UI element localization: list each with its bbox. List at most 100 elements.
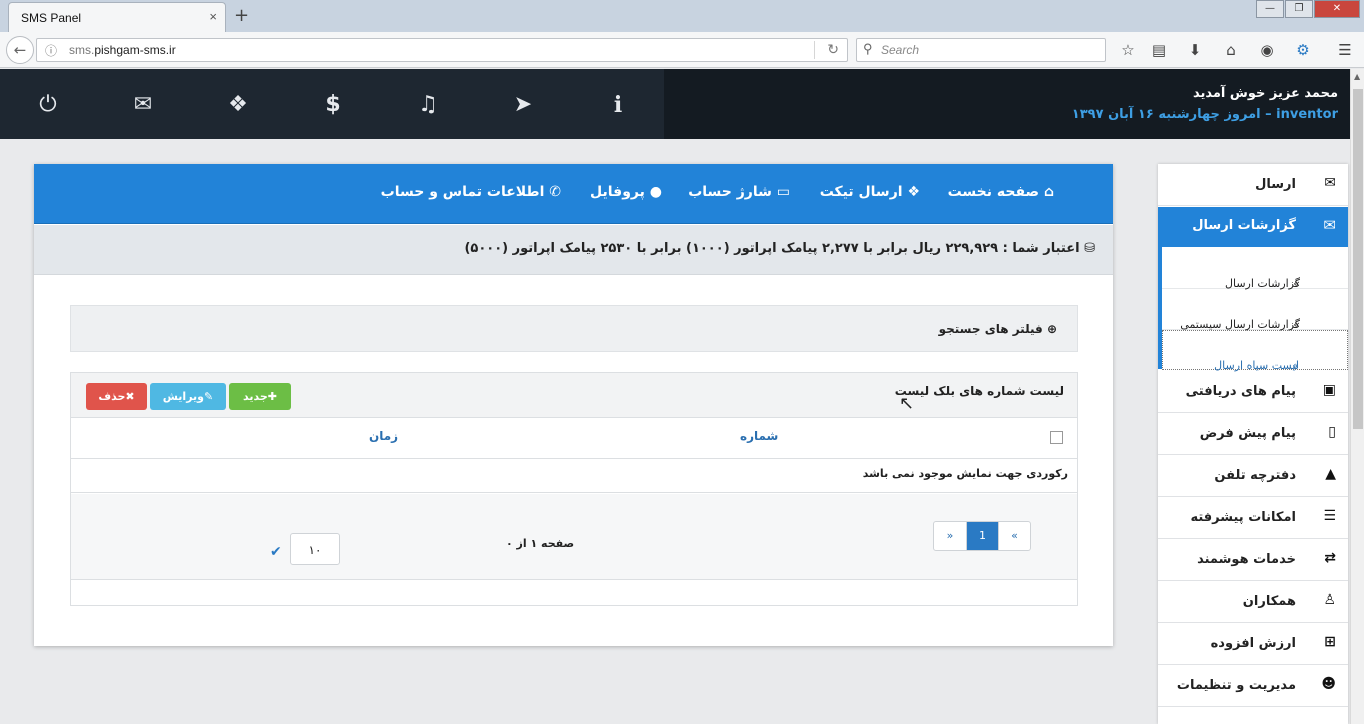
table-header (71, 419, 1077, 459)
empty-message: رکوردی جهت نمایش موجود نمی باشد (862, 467, 1068, 480)
power-icon[interactable]: ⏻ (33, 91, 63, 119)
maximize-button[interactable]: ❐ (1285, 0, 1313, 18)
scrollbar-thumb[interactable] (1353, 89, 1363, 429)
nav-ticket-label: ارسال تیکت (819, 184, 903, 200)
nav-ticket[interactable]: ❖ ارسال تیکت (820, 184, 920, 200)
ticket-icon[interactable]: ❖ (223, 91, 253, 119)
edit-button[interactable]: ✎ویرایش (150, 383, 226, 410)
back-arrow-icon[interactable]: ← (6, 36, 34, 64)
menu-icon[interactable]: ☰ (1335, 40, 1355, 60)
book-icon: ▲ (1325, 466, 1336, 482)
site-header: ⏻ ✉ ❖ $ ♫ ➤ i (0, 69, 1350, 139)
pagination: » 1 « (933, 521, 1031, 551)
reading-list-icon[interactable]: ▤ (1149, 40, 1169, 60)
search-filter-panel[interactable]: ⊕ فیلتر های جستجو (70, 305, 1078, 352)
envelope-outline-icon: ✉ (1323, 216, 1336, 234)
column-time[interactable]: زمان (369, 429, 398, 443)
url-bar[interactable]: ⓘ sms.pishgam-sms.ir ↻ (36, 38, 848, 62)
sidebar-item-send[interactable]: ✉ ارسال (1158, 164, 1348, 206)
home-icon[interactable]: ⌂ (1221, 40, 1241, 60)
sidebar-item-phonebook[interactable]: ▲ دفترچه تلفن (1158, 455, 1348, 497)
nav-home-label: صفحه نخست (947, 184, 1040, 200)
select-all-checkbox[interactable] (1050, 431, 1063, 444)
bell-icon[interactable]: ♫ (413, 91, 443, 119)
date-text: – امروز چهارشنبه ۱۶ آبان ۱۳۹۷ (1071, 107, 1272, 122)
x-icon: ✖ (125, 390, 135, 403)
scroll-up-icon[interactable]: ▲ (1354, 72, 1360, 81)
bookmark-star-icon[interactable]: ☆ (1118, 40, 1138, 60)
nav-charge[interactable]: ▭ شارژ حساب (688, 184, 790, 200)
sidebar-item-value-added[interactable]: ⊞ ارزش افزوده (1158, 623, 1348, 665)
header-user-area (664, 69, 1350, 139)
filter-header[interactable]: ⊕ فیلتر های جستجو (939, 322, 1057, 336)
tab-title: SMS Panel (21, 11, 82, 25)
column-number[interactable]: شماره (740, 429, 778, 443)
users-icon: ♙ (1323, 592, 1336, 608)
pager-page-1[interactable]: 1 (966, 522, 998, 550)
user-icon: ● (649, 184, 662, 200)
plus-icon: ✚ (267, 390, 277, 403)
delete-button[interactable]: ✖حذف (86, 383, 147, 410)
user-date-line: inventor – امروز چهارشنبه ۱۶ آبان ۱۳۹۷ (1072, 107, 1338, 122)
new-tab-button[interactable]: + (234, 5, 249, 26)
minimize-button[interactable]: — (1256, 0, 1284, 18)
sidebar-item-partners[interactable]: ♙ همکاران (1158, 581, 1348, 623)
credit-info: ⛁ اعتبار شما : ۲۲۹,۹۲۹ ریال برابر با ۲,۲… (464, 241, 1095, 256)
sidebar-item-settings[interactable]: ☻ مدیریت و تنظیمات (1158, 665, 1348, 707)
sidebar-item-reports[interactable]: ✉ گزارشات ارسال (1158, 207, 1348, 247)
database-icon: ⛁ (1084, 241, 1095, 256)
paper-plane-icon[interactable]: ➤ (508, 91, 538, 119)
new-button-label: جدید (243, 390, 268, 403)
page-size-input[interactable]: ۱۰ (290, 533, 340, 565)
list-title: لیست شماره های بلک لیست (894, 384, 1064, 398)
username-link[interactable]: inventor (1276, 107, 1338, 122)
browser-tab[interactable]: SMS Panel × (8, 2, 226, 32)
pager-next[interactable]: » (934, 522, 966, 550)
welcome-text: محمد عزیز خوش آمدید (1192, 86, 1338, 101)
edit-icon: ✎ (204, 390, 214, 403)
browser-search-input[interactable]: ⚲ Search (856, 38, 1106, 62)
nav-profile[interactable]: ● پروفایل (590, 184, 662, 200)
sidebar-advanced-label: امکانات پیشرفته (1190, 510, 1296, 525)
list-icon: ☰ (1323, 508, 1336, 524)
sidebar-phonebook-label: دفترچه تلفن (1214, 468, 1296, 483)
nav-charge-label: شارژ حساب (688, 184, 772, 200)
pager-prev[interactable]: « (998, 522, 1030, 550)
phone-icon: ✆ (549, 184, 561, 200)
submenu-send-reports-label: گزارشات ارسال (1224, 277, 1300, 290)
envelope-icon: ✉ (1324, 175, 1336, 191)
sidebar-item-default-message[interactable]: ▯ پیام پیش فرض (1158, 413, 1348, 455)
inbox-icon: ▣ (1322, 382, 1336, 398)
sidebar-item-smart-services[interactable]: ⇄ خدمات هوشمند (1158, 539, 1348, 581)
sidebar-default-message-label: پیام پیش فرض (1199, 426, 1296, 441)
new-button[interactable]: ✚جدید (229, 383, 291, 410)
pocket-icon[interactable]: ◉ (1257, 40, 1277, 60)
nav-contact[interactable]: ✆ اطلاعات تماس و حساب (381, 184, 561, 200)
info-icon[interactable]: ⓘ (45, 42, 57, 59)
extension-icon[interactable]: ⚙ (1293, 40, 1313, 60)
sidebar-item-received[interactable]: ▣ پیام های دریافتی (1158, 371, 1348, 413)
submenu-blacklist[interactable]: » لیست سیاه ارسال (1162, 330, 1348, 372)
mobile-icon: ▯ (1328, 424, 1336, 440)
window-close-button[interactable]: ✕ (1314, 0, 1360, 18)
info-icon[interactable]: i (603, 91, 633, 119)
sidebar-item-advanced[interactable]: ☰ امکانات پیشرفته (1158, 497, 1348, 539)
sidebar-smart-services-label: خدمات هوشمند (1197, 552, 1296, 567)
home-icon: ⌂ (1043, 184, 1054, 200)
page-scrollbar[interactable]: ▲ (1350, 69, 1364, 724)
search-icon: ⚲ (863, 41, 873, 56)
submenu-send-reports[interactable]: » گزارشات ارسال (1162, 249, 1348, 290)
download-icon[interactable]: ⬇ (1185, 40, 1205, 60)
dollar-icon[interactable]: $ (318, 91, 348, 119)
tab-close-icon[interactable]: × (209, 9, 217, 24)
submenu-system-reports[interactable]: » گزارشات ارسال سیستمی (1162, 290, 1348, 331)
nav-home[interactable]: ⌂ صفحه نخست (948, 184, 1054, 200)
url-separator (814, 41, 815, 59)
delete-button-label: حذف (98, 390, 126, 403)
window-controls: — ❐ ✕ (1255, 0, 1360, 18)
reload-icon[interactable]: ↻ (827, 41, 839, 58)
check-icon[interactable]: ✔ (270, 544, 282, 560)
nav-contact-label: اطلاعات تماس و حساب (380, 184, 545, 200)
nav-profile-label: پروفایل (590, 184, 645, 200)
envelope-icon[interactable]: ✉ (128, 91, 158, 119)
